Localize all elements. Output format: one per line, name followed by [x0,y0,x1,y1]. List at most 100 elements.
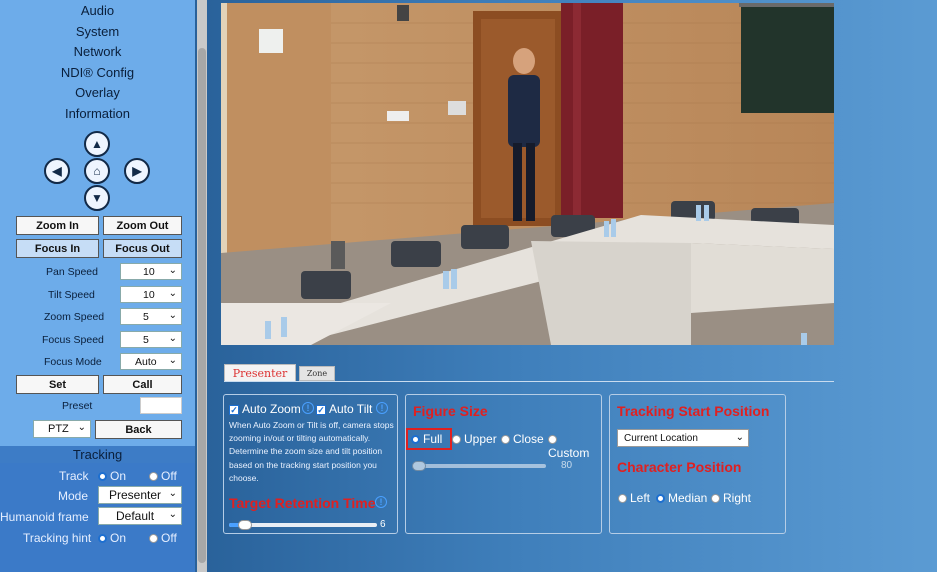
figure-close-radio[interactable]: Close [501,432,544,446]
chevron-down-icon: ⌄ [168,265,177,276]
radio-unselected-icon [149,472,158,482]
info-icon[interactable]: ! [302,402,314,414]
tracking-mode-value: Presenter [109,488,162,502]
hint-off-radio[interactable]: Off [149,531,177,545]
humanoid-frame-label: Humanoid frame [0,510,89,524]
chevron-up-icon: ▲ [91,137,103,151]
camera-web-page: Audio System Network NDI® Config Overlay… [0,0,937,572]
chevron-down-icon: ⌄ [77,422,86,433]
chevron-down-icon: ⌄ [735,432,744,443]
pan-up-button[interactable]: ▲ [84,131,110,157]
description-line: zooming in/out or tilting automatically. [229,433,371,444]
pan-down-button[interactable]: ▼ [84,185,110,211]
menu-item-audio[interactable]: Audio [0,1,195,22]
auto-tilt-checkbox[interactable]: ✓ Auto Tilt [316,402,372,416]
track-off-radio[interactable]: Off [149,469,177,483]
figure-custom-radio[interactable]: Custom [548,432,601,460]
auto-zoom-checkbox[interactable]: ✓ Auto Zoom [229,402,301,416]
focus-mode-select[interactable]: Auto ⌄ [120,353,182,370]
menu-item-overlay[interactable]: Overlay [0,83,195,104]
pan-right-button[interactable]: ▶ [124,158,150,184]
chevron-down-icon: ⌄ [168,509,177,520]
info-icon[interactable]: ! [376,402,388,414]
scrollbar-thumb[interactable] [198,48,206,563]
radio-unselected-icon [452,435,461,445]
set-preset-button[interactable]: Set [16,375,99,394]
figure-custom-label: Custom [548,446,590,460]
control-mode-select[interactable]: PTZ ⌄ [33,420,91,438]
focus-speed-select[interactable]: 5 ⌄ [120,331,182,348]
info-icon[interactable]: ! [375,496,387,508]
tracking-start-position-title: Tracking Start Position [617,403,770,419]
sidebar-scrollbar[interactable] [197,0,207,572]
character-position-title: Character Position [617,459,742,475]
radio-selected-icon [656,494,665,504]
figure-upper-radio[interactable]: Upper [452,432,497,446]
zoom-speed-select[interactable]: 5 ⌄ [120,308,182,325]
menu-item-system[interactable]: System [0,22,195,43]
mode-label: Mode [58,489,89,503]
figure-full-radio[interactable]: Full [411,432,442,446]
tab-presenter[interactable]: Presenter [224,364,296,382]
call-preset-button[interactable]: Call [103,375,182,394]
position-median-radio[interactable]: Median [656,491,707,505]
hint-on-radio[interactable]: On [98,531,126,545]
tab-zone[interactable]: Zone [299,366,335,381]
preset-input[interactable] [140,397,182,414]
auto-zoom-label: Auto Zoom [242,402,301,416]
zoom-tilt-description: When Auto Zoom or Tilt is off, camera st… [229,419,397,485]
control-mode-value: PTZ [48,423,69,435]
pan-left-button[interactable]: ◀ [44,158,70,184]
position-left-label: Left [630,491,651,505]
menu-item-ndi-config[interactable]: NDI® Config [0,63,195,84]
start-position-select[interactable]: Current Location ⌄ [617,429,749,447]
back-button[interactable]: Back [95,420,182,439]
radio-unselected-icon [711,494,720,504]
position-right-radio[interactable]: Right [711,491,751,505]
position-right-label: Right [723,491,752,505]
pan-speed-value: 10 [143,265,155,278]
camera-feed-image [221,3,834,345]
menu-item-network[interactable]: Network [0,42,195,63]
radio-selected-icon [98,534,107,544]
chevron-down-icon: ⌄ [168,355,177,366]
tracking-mode-select[interactable]: Presenter ⌄ [98,486,182,504]
figure-size-panel: Figure Size Full Upper Close Custom 80 [405,394,602,534]
zoom-out-button[interactable]: Zoom Out [103,216,182,235]
chevron-down-icon: ⌄ [168,288,177,299]
chevron-down-icon: ▼ [91,191,103,205]
figure-size-title: Figure Size [413,403,488,419]
chevron-right-icon: ▶ [132,164,142,178]
home-button[interactable]: ⌂ [84,158,110,184]
focus-out-button[interactable]: Focus Out [103,239,182,258]
focus-mode-value: Auto [135,355,157,368]
slider-thumb[interactable] [412,461,426,471]
zoom-in-button[interactable]: Zoom In [16,216,99,235]
radio-selected-icon [411,435,420,445]
humanoid-frame-select[interactable]: Default ⌄ [98,507,182,525]
chevron-down-icon: ⌄ [168,333,177,344]
radio-unselected-icon [618,494,627,504]
retention-time-slider[interactable] [229,520,377,530]
figure-size-slider[interactable] [412,461,546,471]
radio-selected-icon [98,472,107,482]
menu-item-information[interactable]: Information [0,104,195,125]
track-on-radio[interactable]: On [98,469,126,483]
focus-in-button[interactable]: Focus In [16,239,99,258]
figure-upper-label: Upper [464,432,497,446]
slider-thumb[interactable] [238,520,252,530]
tracking-hint-label: Tracking hint [23,531,92,545]
tab-underline [224,381,834,382]
tracking-section: Track On Off Mode Presenter ⌄ Humanoid fr… [0,463,195,572]
position-left-radio[interactable]: Left [618,491,650,505]
tilt-speed-select[interactable]: 10 ⌄ [120,286,182,303]
tilt-speed-value: 10 [143,288,155,301]
pan-speed-select[interactable]: 10 ⌄ [120,263,182,280]
zoom-tilt-panel: ✓ Auto Zoom ! ✓ Auto Tilt ! When Auto Zoom… [223,394,398,534]
video-preview[interactable] [221,3,834,345]
tilt-speed-label: Tilt Speed [48,289,95,301]
zoom-speed-label: Zoom Speed [44,311,105,323]
retention-time-title: Target Retention Time [229,495,376,511]
track-off-label: Off [161,469,177,483]
chevron-down-icon: ⌄ [168,310,177,321]
